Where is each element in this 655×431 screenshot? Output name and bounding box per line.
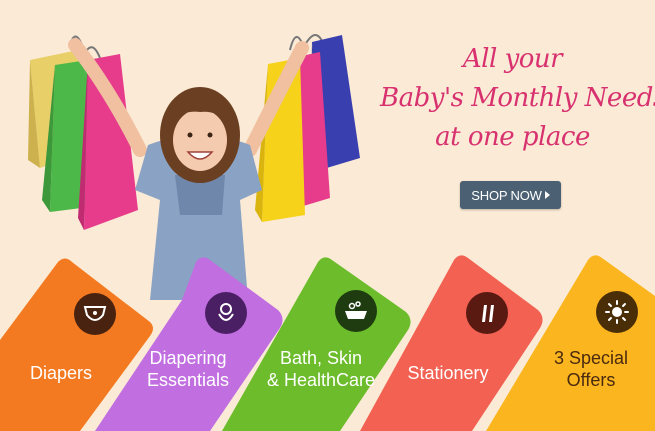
baby-swaddle-icon <box>205 292 247 334</box>
promo-banner[interactable]: All your Baby's Monthly Needs at one pla… <box>0 0 655 431</box>
category-tile-diapers[interactable]: Diapers <box>0 0 655 431</box>
category-label-diapering-essentials: Diapering Essentials <box>146 348 230 390</box>
category-label-stationery: Stationery <box>407 363 489 383</box>
category-label-special-offers: 3 Special Offers <box>553 348 629 390</box>
tile-shape <box>486 255 655 431</box>
category-tile-special-offers[interactable]: 3 Special Offers <box>0 0 655 431</box>
tile-shape <box>360 255 543 431</box>
tile-shape <box>95 257 283 431</box>
tile-shape <box>0 258 153 431</box>
category-label-diapers: Diapers <box>29 363 93 383</box>
sun-icon <box>596 291 638 333</box>
category-tiles: Diapers Diapering Essentials Bath, Skin … <box>0 0 655 431</box>
category-tile-diapering-essentials[interactable]: Diapering Essentials <box>0 0 655 431</box>
tile-shape <box>222 257 411 431</box>
diaper-icon <box>74 293 116 335</box>
bathtub-icon <box>335 290 377 332</box>
category-label-bath-skin-healthcare: Bath, Skin & HealthCare <box>266 348 376 390</box>
category-tile-stationery[interactable]: Stationery <box>0 0 655 431</box>
pencil-icon <box>466 292 508 334</box>
category-tile-bath-skin-healthcare[interactable]: Bath, Skin & HealthCare <box>0 0 655 431</box>
